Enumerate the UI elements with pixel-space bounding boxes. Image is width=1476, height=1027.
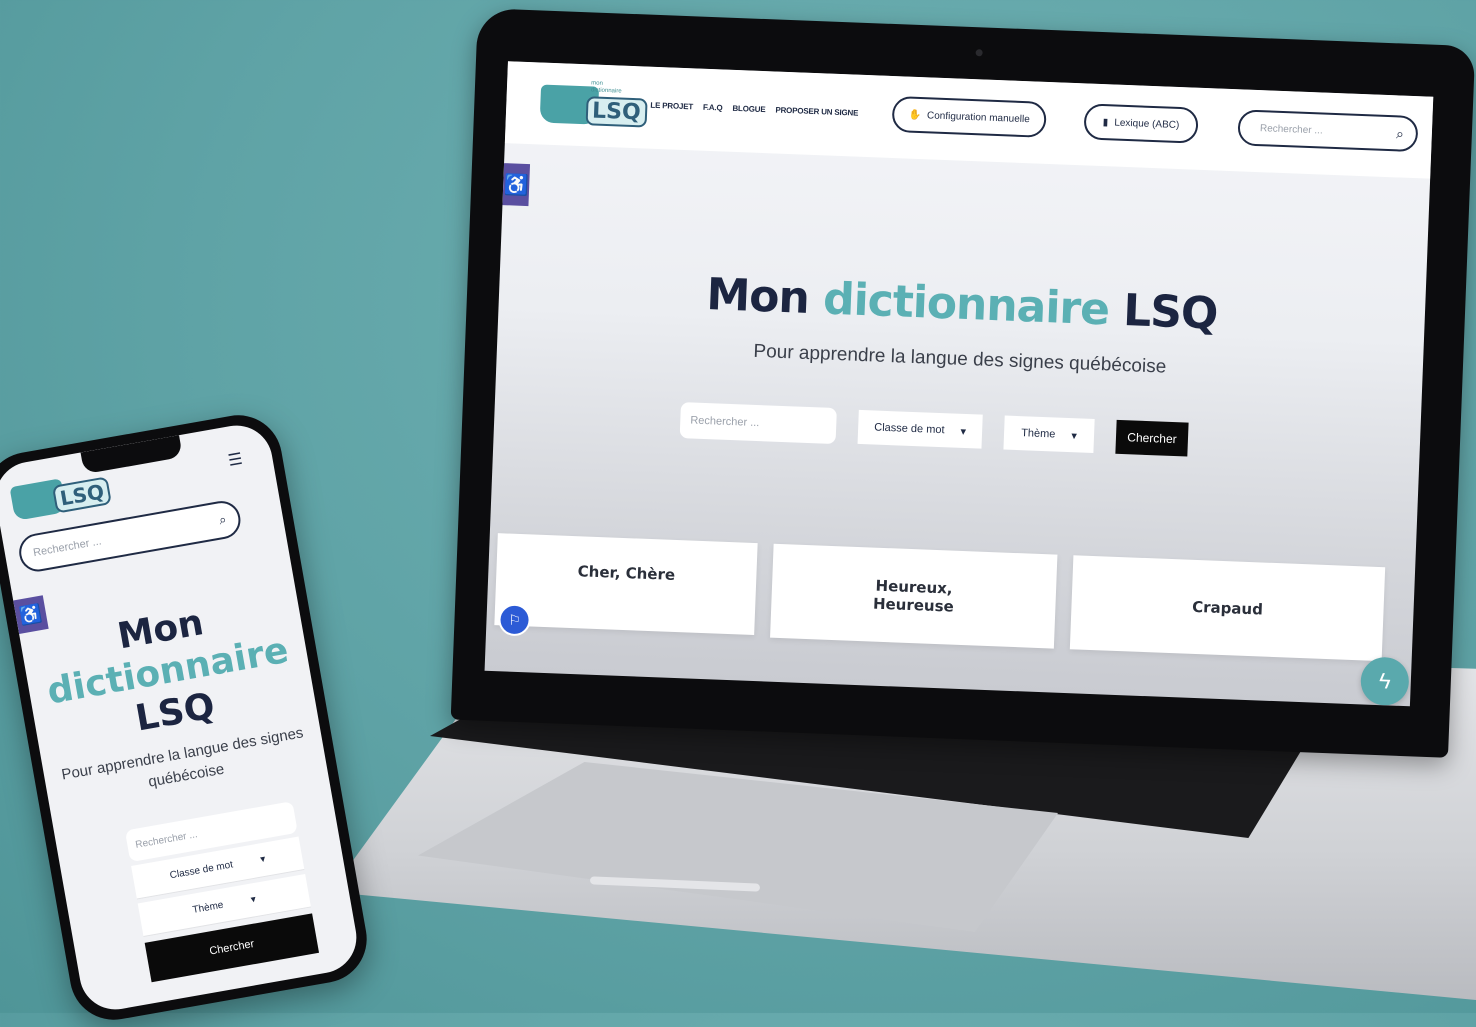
word-class-label: Classe de mot [874,421,945,437]
theme-label: Thème [191,899,225,916]
nav-item-blogue[interactable]: BLOGUE [732,104,765,114]
word-card[interactable]: Heureux, Heureuse [770,543,1058,649]
phone-site-logo[interactable]: LSQ [9,466,115,527]
nav-item-proposer[interactable]: PROPOSER UN SIGNE [775,105,858,117]
logo-mon-text: mon dictionnaire [590,80,622,95]
hamburger-menu-icon[interactable]: ☰ [227,449,245,471]
search-icon[interactable]: ⌕ [1396,125,1404,142]
laptop-screen: mon dictionnaire LSQ LE PROJET F.A.Q BLOG… [484,61,1434,707]
nav-item-faq[interactable]: F.A.Q [703,103,723,113]
site-header: mon dictionnaire LSQ LE PROJET F.A.Q BLOG… [504,61,1434,179]
chevron-down-icon: ▾ [960,425,967,438]
nav-item-projet[interactable]: LE PROJET [650,101,693,112]
phone-device: LSQ ☰ Rechercher ... ⌕ ♿ Mon dictionnair… [0,408,374,1027]
word-card[interactable]: Crapaud [1069,555,1386,662]
laptop-lid: mon dictionnaire LSQ LE PROJET F.A.Q BLOG… [450,8,1476,758]
header-search-placeholder: Rechercher ... [1259,122,1323,137]
theme-label: Thème [1020,427,1056,441]
search-submit-button[interactable]: Chercher [1115,419,1189,457]
search-icon[interactable]: ⌕ [218,511,228,528]
hand-icon: ✋ [908,109,922,121]
word-card[interactable]: Cher, Chère [494,533,758,636]
book-icon: ▮ [1102,116,1109,128]
hero-title: Mon dictionnaire LSQ [705,269,1219,340]
chevron-down-icon: ▾ [1071,429,1078,442]
accessibility-widget-icon[interactable]: ⚐ [497,603,532,637]
theme-select[interactable]: Thème ▾ [1003,415,1095,453]
lexique-label: Lexique (ABC) [1114,117,1180,131]
word-card-label: Heureux, Heureuse [872,576,955,616]
dictionary-search-input[interactable]: Rechercher ... [679,402,837,445]
dictionary-search-form: Rechercher ... Classe de mot ▾ Thème ▾ C… [679,402,1189,457]
camera-icon [975,49,983,57]
manual-config-label: Configuration manuelle [926,109,1030,125]
site-logo[interactable]: mon dictionnaire LSQ [539,76,648,132]
logo-lsq-text: LSQ [585,96,648,128]
phone-screen: LSQ ☰ Rechercher ... ⌕ ♿ Mon dictionnair… [0,419,363,1016]
lexique-button[interactable]: ▮ Lexique (ABC) [1083,103,1199,144]
chevron-down-icon: ▾ [249,893,257,906]
chevron-down-icon: ▾ [259,853,267,866]
accessibility-icon[interactable]: ♿ [13,595,49,634]
main-nav: LE PROJET F.A.Q BLOGUE PROPOSER UN SIGNE [650,101,858,118]
accessibility-icon[interactable]: ♿ [502,163,531,207]
word-cards: Cher, Chère Heureux, Heureuse Crapaud [494,533,1386,662]
manual-config-button[interactable]: ✋ Configuration manuelle [891,95,1047,138]
word-class-select[interactable]: Classe de mot ▾ [857,409,983,449]
messenger-icon[interactable]: ϟ [1359,656,1410,707]
word-class-label: Classe de mot [168,859,234,882]
phone-search-placeholder: Rechercher ... [32,535,103,560]
header-search-input[interactable]: Rechercher ... ⌕ [1237,109,1419,153]
